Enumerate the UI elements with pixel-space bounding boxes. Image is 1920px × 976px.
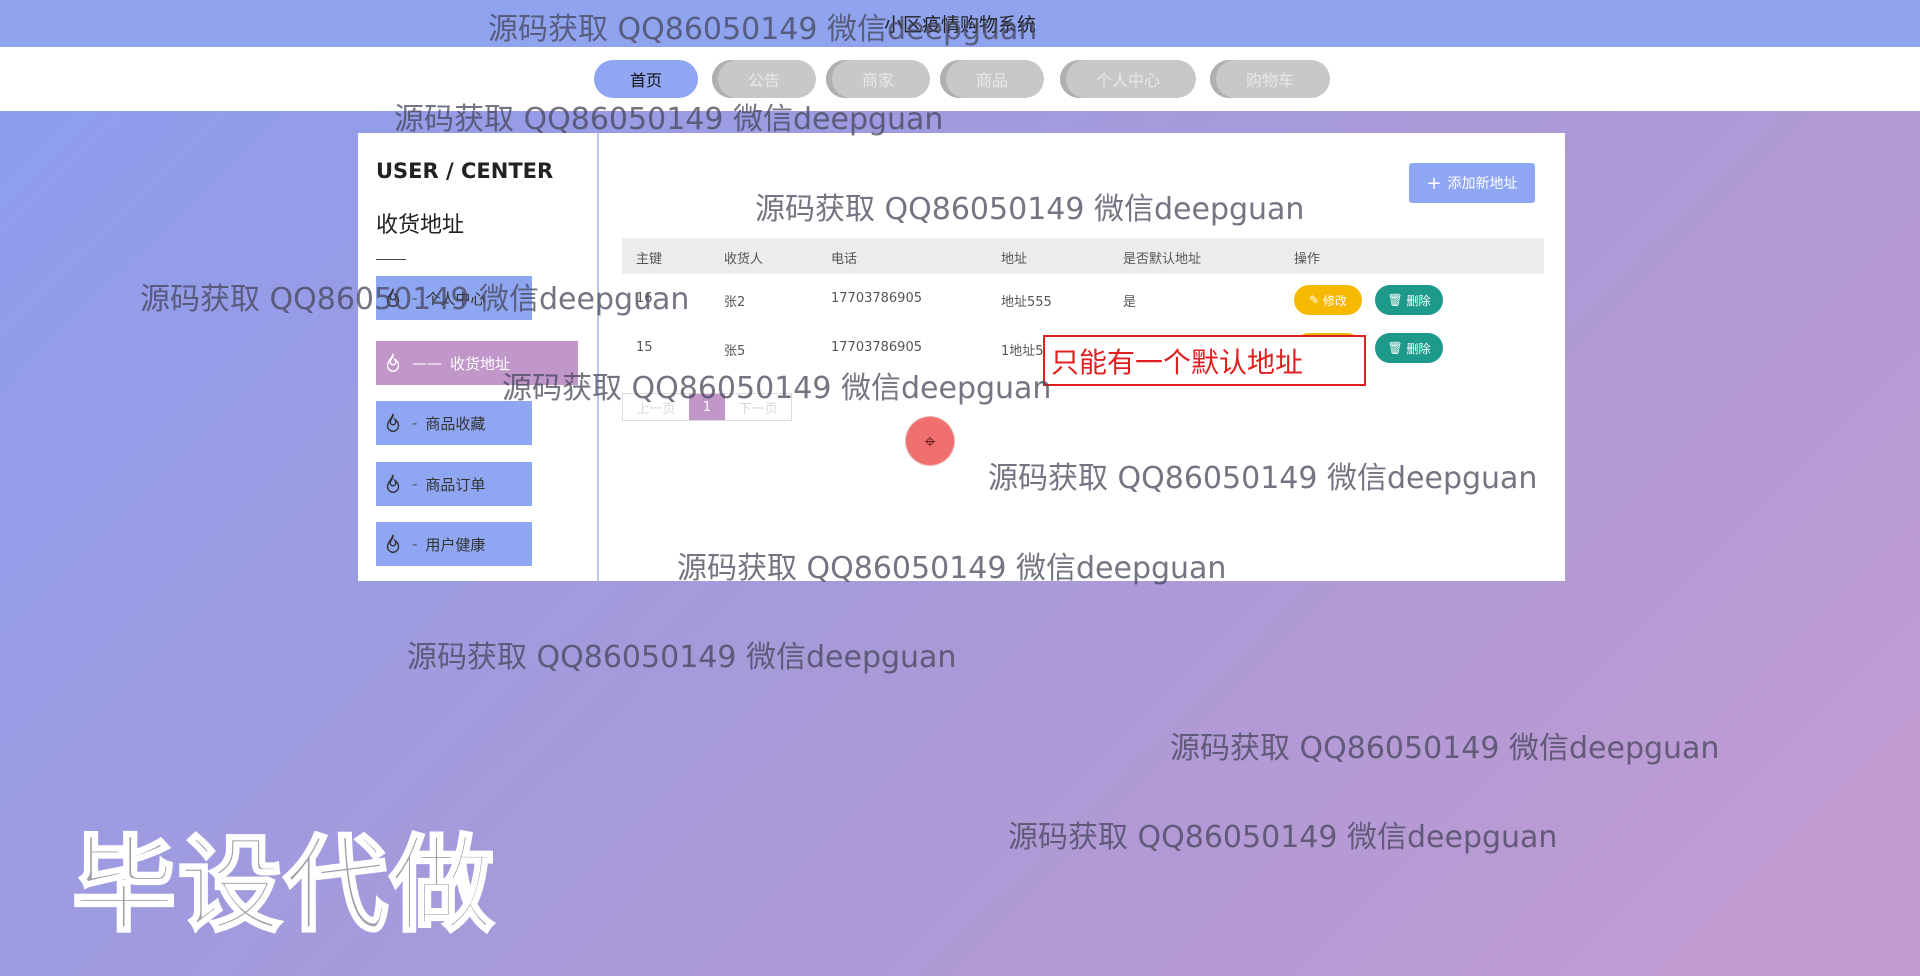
sidebar-item-label: 商品订单 bbox=[425, 475, 486, 494]
add-address-label: 添加新地址 bbox=[1447, 176, 1518, 192]
table-cell-name: 张5 bbox=[724, 344, 746, 359]
watermark: 源码获取 QQ86050149 微信deepguan bbox=[1170, 731, 1720, 766]
watermark: 源码获取 QQ86050149 微信deepguan bbox=[407, 640, 957, 675]
sidebar-item-health[interactable]: - 用户健康 bbox=[376, 522, 532, 566]
column-header-actions: 操作 bbox=[1294, 252, 1321, 267]
watermark: 源码获取 QQ86050149 微信deepguan bbox=[677, 551, 1227, 586]
column-header-id: 主键 bbox=[636, 252, 663, 267]
sidebar-item-dash: —— bbox=[412, 354, 442, 372]
sidebar-item-favorites[interactable]: - 商品收藏 bbox=[376, 401, 532, 445]
flame-icon bbox=[386, 353, 400, 372]
sidebar-divider bbox=[376, 259, 406, 260]
watermark: 源码获取 QQ86050149 微信deepguan bbox=[988, 461, 1538, 496]
nav-personal-center[interactable]: 个人中心 bbox=[1060, 60, 1196, 98]
table-cell-phone: 17703786905 bbox=[831, 340, 922, 355]
delete-button[interactable]: 🗑 删除 bbox=[1375, 285, 1443, 315]
nav-home[interactable]: 首页 bbox=[594, 60, 698, 98]
flame-icon bbox=[386, 413, 400, 432]
main-nav: 首页 公告 商家 商品 个人中心 购物车 bbox=[0, 60, 1920, 100]
watermark: 源码获取 QQ86050149 微信deepguan bbox=[1008, 820, 1558, 855]
sidebar: USER / CENTER 收货地址 - 个人中心 —— 收货地址 - 商品收藏… bbox=[358, 133, 599, 581]
table-cell-address: 1地址5 bbox=[1001, 344, 1044, 359]
column-header-name: 收货人 bbox=[724, 252, 764, 267]
column-header-default: 是否默认地址 bbox=[1123, 252, 1202, 267]
delete-label: 删除 bbox=[1406, 293, 1431, 308]
table-cell-name: 张2 bbox=[724, 295, 746, 310]
nav-cart[interactable]: 购物车 bbox=[1210, 60, 1330, 98]
edit-label: 修改 bbox=[1322, 293, 1347, 308]
sidebar-item-label: 商品收藏 bbox=[425, 414, 486, 433]
nav-notice[interactable]: 公告 bbox=[712, 60, 816, 98]
watermark: 源码获取 QQ86050149 微信deepguan bbox=[394, 102, 944, 137]
delete-label: 删除 bbox=[1406, 341, 1431, 356]
sidebar-item-dash: - bbox=[412, 535, 418, 553]
edit-button[interactable]: ✎ 修改 bbox=[1294, 285, 1362, 315]
sidebar-header: USER / CENTER bbox=[376, 159, 554, 183]
crosshair-icon: ⌖ bbox=[924, 429, 936, 453]
watermark: 源码获取 QQ86050149 微信deepguan bbox=[755, 192, 1305, 227]
table-cell-address: 地址555 bbox=[1001, 295, 1052, 310]
watermark: 源码获取 QQ86050149 微信deepguan bbox=[502, 371, 1052, 406]
nav-merchant[interactable]: 商家 bbox=[826, 60, 930, 98]
flame-icon bbox=[386, 534, 400, 553]
watermark: 源码获取 QQ86050149 微信deepguan bbox=[140, 282, 690, 317]
watermark: 源码获取 QQ86050149 微信deepguan bbox=[488, 12, 1038, 47]
watermark-large: 毕设代做 bbox=[70, 823, 497, 948]
sidebar-item-orders[interactable]: - 商品订单 bbox=[376, 462, 532, 506]
add-address-button[interactable]: + 添加新地址 bbox=[1409, 163, 1535, 203]
nav-goods[interactable]: 商品 bbox=[940, 60, 1044, 98]
sidebar-subtitle: 收货地址 bbox=[376, 213, 465, 238]
table-cell-phone: 17703786905 bbox=[831, 291, 922, 306]
sidebar-item-label: 用户健康 bbox=[425, 535, 486, 554]
table-cell-default: 是 bbox=[1123, 295, 1137, 310]
column-header-address: 地址 bbox=[1001, 252, 1028, 267]
table-header: 主键 收货人 电话 地址 是否默认地址 操作 bbox=[622, 238, 1544, 274]
annotation-box: 只能有一个默认地址 bbox=[1043, 335, 1366, 386]
flame-icon bbox=[386, 474, 400, 493]
cursor-indicator: ⌖ bbox=[906, 417, 954, 465]
delete-button[interactable]: 🗑 删除 bbox=[1375, 333, 1443, 363]
table-cell-id: 15 bbox=[636, 340, 653, 355]
sidebar-item-dash: - bbox=[412, 414, 418, 432]
plus-icon: + bbox=[1426, 172, 1442, 194]
column-header-phone: 电话 bbox=[831, 252, 858, 267]
sidebar-item-dash: - bbox=[412, 475, 418, 493]
sidebar-item-label: 收货地址 bbox=[450, 354, 511, 373]
